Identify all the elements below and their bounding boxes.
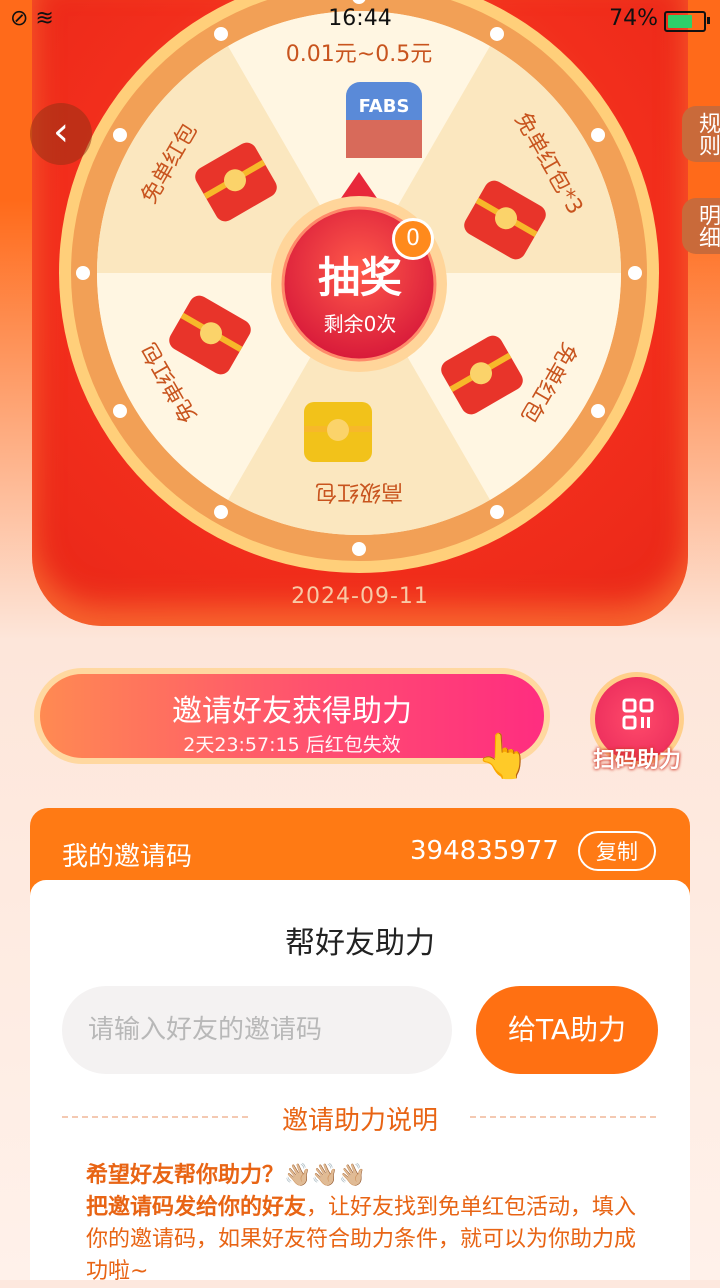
red-packet-icon xyxy=(304,402,372,462)
wheel-light xyxy=(112,404,127,418)
explain-text: 希望好友帮你助力？👋🏼👋🏼👋🏼 把邀请码发给你的好友，让好友找到免单红包活动，填… xyxy=(86,1160,646,1288)
status-bar: ⊘ ≋ 16:44 74% xyxy=(0,0,720,38)
remaining-draws: 剩余0次 xyxy=(323,312,397,336)
rules-tab[interactable]: 规则 xyxy=(682,106,720,162)
explain-line2: 把邀请码发给你的好友，让好友找到免单红包活动，填入你的邀请码，如果好友符合助力条… xyxy=(86,1192,646,1288)
details-tab[interactable]: 明细 xyxy=(682,198,720,254)
wheel-light xyxy=(591,404,606,418)
draw-button-label[interactable]: 抽奖 xyxy=(290,244,430,305)
wheel-light xyxy=(112,128,127,142)
prize-label: 高级红包 xyxy=(315,479,403,504)
scan-help-label[interactable]: 扫码助力 xyxy=(574,742,700,774)
explain-line1: 希望好友帮你助力？👋🏼👋🏼👋🏼 xyxy=(86,1163,367,1188)
pointing-hand-icon: 👆 xyxy=(476,731,531,782)
wheel-light xyxy=(76,266,90,280)
invite-code-value: 394835977 xyxy=(410,836,559,866)
invite-code-label: 我的邀请码 xyxy=(62,842,193,872)
battery-icon xyxy=(664,11,710,32)
wheel-light xyxy=(490,505,504,520)
friend-code-input[interactable] xyxy=(62,986,452,1074)
explain-title: 邀请助力说明 xyxy=(281,1106,438,1136)
back-button[interactable]: ‹ xyxy=(30,103,92,165)
copy-button[interactable]: 复制 xyxy=(578,831,656,871)
prize-label: 0.01元~0.5元 xyxy=(286,42,432,67)
battery-percent: 74% xyxy=(609,6,658,31)
chevron-left-icon: ‹ xyxy=(53,109,69,155)
help-submit-button[interactable]: 给TA助力 xyxy=(476,986,658,1074)
wheel-date: 2024-09-11 xyxy=(291,584,429,609)
help-friend-title: 帮好友助力 xyxy=(285,926,435,961)
wheel-light xyxy=(352,542,366,556)
wheel-light xyxy=(628,266,642,280)
qr-scan-icon xyxy=(622,698,654,730)
wheel-light xyxy=(214,505,228,520)
explain-bold: 把邀请码发给你的好友 xyxy=(86,1195,307,1220)
game-app-icon: FABS xyxy=(346,82,422,158)
game-icon-text: FABS xyxy=(359,96,410,117)
invite-friends-button[interactable]: 邀请好友获得助力 2天23:57:15 后红包失效 xyxy=(34,668,550,764)
invite-countdown: 2天23:57:15 后红包失效 xyxy=(183,734,401,756)
wheel-light xyxy=(591,128,606,142)
invite-button-label: 邀请好友获得助力 xyxy=(172,694,412,729)
